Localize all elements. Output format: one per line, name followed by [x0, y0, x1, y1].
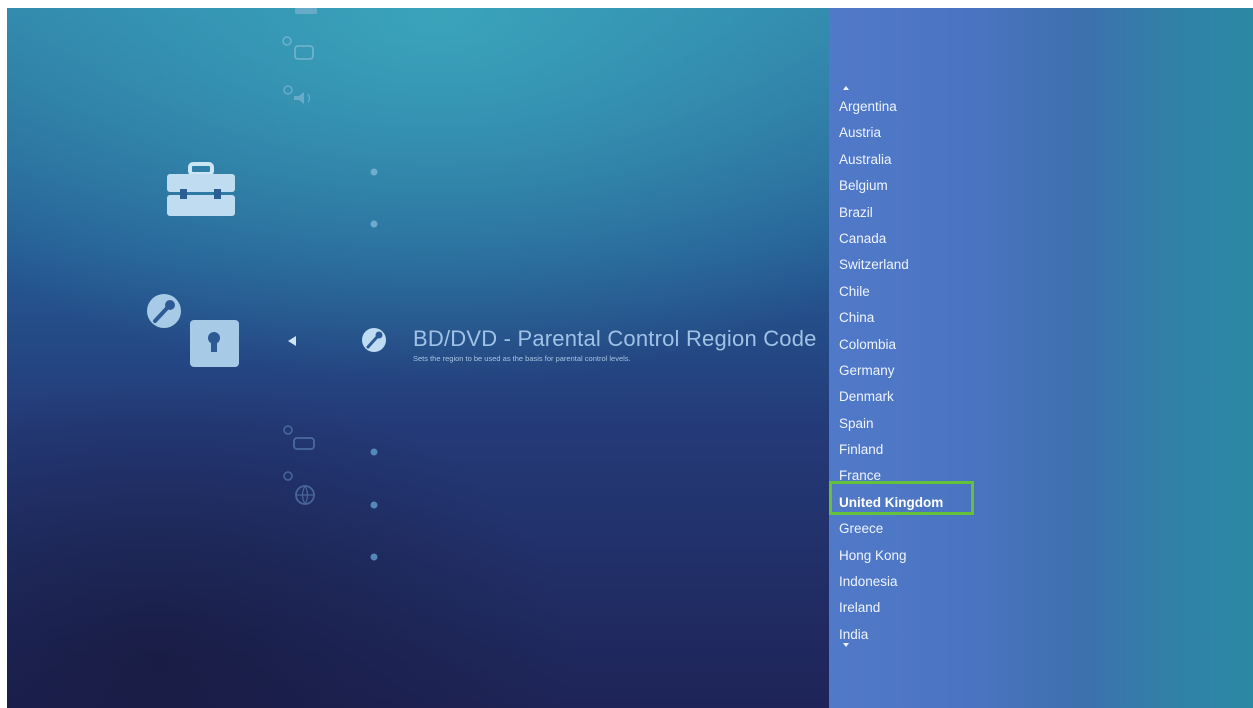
region-option[interactable]: Brazil — [838, 200, 943, 226]
region-option[interactable]: Argentina — [838, 94, 943, 120]
region-option[interactable]: Denmark — [838, 384, 943, 410]
region-list: Argentina Austria Australia Belgium Braz… — [838, 94, 943, 648]
region-option[interactable]: Chile — [838, 279, 943, 305]
menu-item-dot[interactable] — [370, 553, 378, 561]
wrench-icon — [362, 328, 386, 352]
region-option[interactable]: Australia — [838, 147, 943, 173]
region-option[interactable]: Colombia — [838, 332, 943, 358]
region-option[interactable]: Hong Kong — [838, 543, 943, 569]
network-settings-icon — [283, 471, 315, 506]
menu-item-dot[interactable] — [370, 501, 378, 509]
region-option[interactable]: Canada — [838, 226, 943, 252]
wrench-lock-icon — [147, 294, 239, 367]
system-settings-icon — [283, 425, 315, 450]
toolbox-icon — [167, 162, 235, 216]
triangle-up-icon[interactable] — [843, 86, 849, 90]
region-option[interactable]: Germany — [838, 358, 943, 384]
menu-item-dot[interactable] — [370, 168, 378, 176]
setting-description: Sets the region to be used as the basis … — [413, 354, 631, 363]
setting-title: BD/DVD - Parental Control Region Code — [413, 326, 817, 351]
menu-item-dot[interactable] — [370, 448, 378, 456]
region-option[interactable]: Ireland — [838, 595, 943, 621]
selection-highlight — [829, 481, 974, 515]
sound-settings-icon — [283, 85, 311, 104]
region-option[interactable]: Finland — [838, 437, 943, 463]
region-option[interactable]: Austria — [838, 120, 943, 146]
region-option[interactable]: Switzerland — [838, 252, 943, 278]
region-option[interactable]: Greece — [838, 516, 943, 542]
region-option[interactable]: China — [838, 305, 943, 331]
region-option[interactable]: India — [838, 622, 943, 648]
region-option[interactable]: Spain — [838, 411, 943, 437]
region-option[interactable]: Belgium — [838, 173, 943, 199]
ps3-settings-screen: BD/DVD - Parental Control Region Code Se… — [7, 8, 1253, 708]
triangle-left-icon[interactable] — [288, 336, 296, 346]
menu-item-dot[interactable] — [370, 220, 378, 228]
display-settings-icon — [282, 8, 317, 60]
region-option[interactable]: Indonesia — [838, 569, 943, 595]
